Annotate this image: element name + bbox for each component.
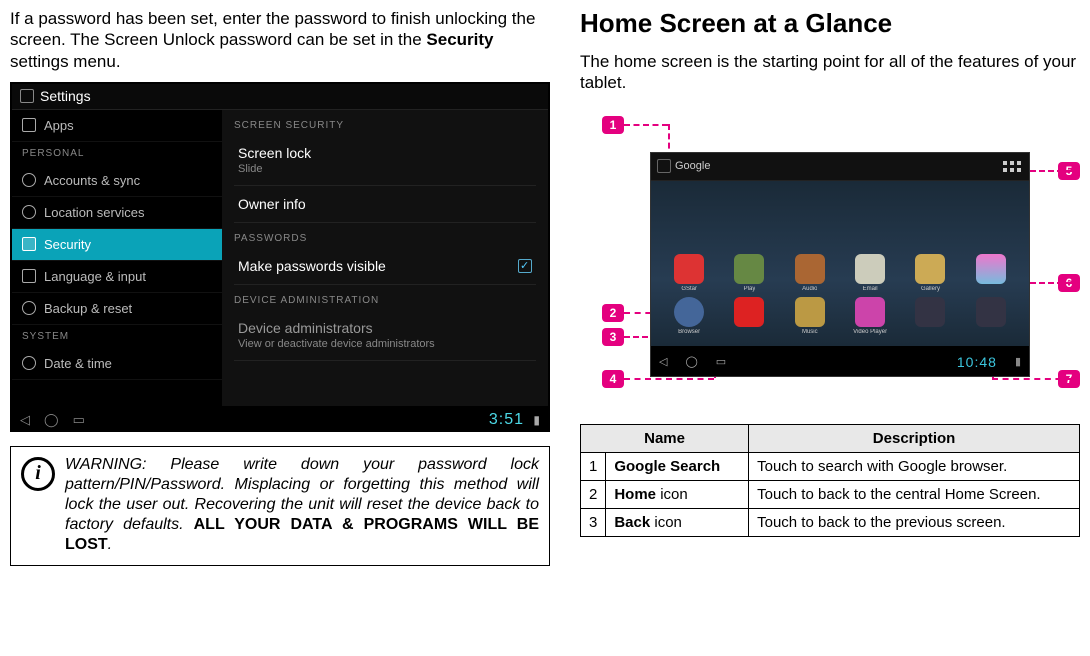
right-column: Home Screen at a Glance The home screen … xyxy=(580,8,1080,648)
nav-recent-icon[interactable]: ▭ xyxy=(73,412,85,428)
unlock-intro: If a password has been set, enter the pa… xyxy=(10,8,550,72)
callout-2: 2 xyxy=(602,304,624,322)
apps-grid-icon[interactable] xyxy=(1003,156,1023,176)
status-clock: 10:48 xyxy=(957,354,997,370)
callout-3: 3 xyxy=(602,328,624,346)
col-name: Name xyxy=(581,424,749,452)
leader xyxy=(624,124,668,126)
settings-title: Settings xyxy=(40,88,91,104)
app-row: GStar Play Audio Email Gallery xyxy=(659,254,1021,293)
section-intro: The home screen is the starting point fo… xyxy=(580,51,1080,94)
app-icon[interactable] xyxy=(911,297,949,336)
menu-accounts[interactable]: Accounts & sync xyxy=(12,165,222,197)
nav-back-icon[interactable]: ◁ xyxy=(659,355,667,368)
menu-location[interactable]: Location services xyxy=(12,197,222,229)
intro-bold: Security xyxy=(426,30,493,49)
app-icon[interactable] xyxy=(972,254,1010,293)
tablet-home-area[interactable]: GStar Play Audio Email Gallery Browser M… xyxy=(651,181,1029,346)
status-clock: 3:51 xyxy=(489,411,524,428)
row-desc: Touch to back to the previous screen. xyxy=(749,508,1080,536)
leader xyxy=(624,378,714,380)
row-name: Back icon xyxy=(606,508,749,536)
leader xyxy=(992,378,1072,380)
table-row: 3 Back icon Touch to back to the previou… xyxy=(581,508,1080,536)
cat-screen-security: SCREEN SECURITY xyxy=(234,110,536,135)
home-diagram: 1 2 3 4 5 6 7 Google xyxy=(580,114,1080,404)
google-icon[interactable] xyxy=(657,159,671,173)
left-column: If a password has been set, enter the pa… xyxy=(10,8,550,648)
settings-detail: SCREEN SECURITY Screen lockSlide Owner i… xyxy=(222,110,548,406)
nav-home-icon[interactable]: ◯ xyxy=(44,412,59,428)
app-icon[interactable]: GStar xyxy=(670,254,708,293)
settings-header: Settings xyxy=(12,84,548,110)
battery-icon: ▮ xyxy=(533,413,540,427)
item-owner-info[interactable]: Owner info xyxy=(234,186,536,223)
intro-after: settings menu. xyxy=(10,52,121,71)
nav-recent-icon[interactable]: ▭ xyxy=(716,355,726,368)
settings-screenshot: Settings Apps PERSONAL Accounts & sync L… xyxy=(10,82,550,432)
cat-passwords: PASSWORDS xyxy=(234,223,536,248)
app-icon[interactable]: Email xyxy=(851,254,889,293)
tablet-navbar: ◁ ◯ ▭ 10:48 ▮ xyxy=(651,346,1029,377)
section-title: Home Screen at a Glance xyxy=(580,8,1080,39)
location-icon xyxy=(22,205,36,219)
cat-system: SYSTEM xyxy=(12,325,222,348)
settings-body: Apps PERSONAL Accounts & sync Location s… xyxy=(12,110,548,406)
row-name: Google Search xyxy=(606,452,749,480)
settings-icon xyxy=(20,89,34,103)
menu-date[interactable]: Date & time xyxy=(12,348,222,380)
app-icon[interactable]: Video Player xyxy=(851,297,889,336)
callout-1: 1 xyxy=(602,116,624,134)
table-row: 1 Google Search Touch to search with Goo… xyxy=(581,452,1080,480)
table-header-row: Name Description xyxy=(581,424,1080,452)
row-num: 1 xyxy=(581,452,606,480)
menu-backup[interactable]: Backup & reset xyxy=(12,293,222,325)
lock-icon xyxy=(22,237,36,251)
row-num: 3 xyxy=(581,508,606,536)
leader xyxy=(1030,170,1072,172)
app-icon[interactable] xyxy=(972,297,1010,336)
google-label[interactable]: Google xyxy=(675,160,710,172)
menu-security[interactable]: Security xyxy=(12,229,222,261)
nav-home-icon[interactable]: ◯ xyxy=(685,355,697,368)
clock-icon xyxy=(22,356,36,370)
app-icon[interactable]: Gallery xyxy=(911,254,949,293)
menu-language[interactable]: Language & input xyxy=(12,261,222,293)
apps-icon xyxy=(22,118,36,132)
item-make-visible[interactable]: Make passwords visible xyxy=(234,248,536,285)
callout-4: 4 xyxy=(602,370,624,388)
nav-back-icon[interactable]: ◁ xyxy=(20,412,30,428)
app-icon[interactable]: Music xyxy=(791,297,829,336)
app-icon[interactable]: Browser xyxy=(670,297,708,336)
item-screen-lock[interactable]: Screen lockSlide xyxy=(234,135,536,186)
warning-text: WARNING: Please write down your password… xyxy=(65,455,539,555)
warning-box: i WARNING: Please write down your passwo… xyxy=(10,446,550,566)
leader xyxy=(1030,282,1072,284)
info-icon: i xyxy=(21,457,55,491)
settings-navbar: ◁ ◯ ▭ 3:51 ▮ xyxy=(12,406,548,432)
tablet-screenshot: Google GStar Play Audio Email Gallery Br… xyxy=(650,152,1030,377)
table-row: 2 Home icon Touch to back to the central… xyxy=(581,480,1080,508)
app-icon[interactable]: Audio xyxy=(791,254,829,293)
backup-icon xyxy=(22,301,36,315)
app-row: Browser Music Video Player xyxy=(659,297,1021,336)
app-icon[interactable]: Play xyxy=(730,254,768,293)
description-table: Name Description 1 Google Search Touch t… xyxy=(580,424,1080,537)
app-icon[interactable] xyxy=(730,297,768,336)
checkbox-icon[interactable] xyxy=(518,259,532,273)
row-desc: Touch to back to the central Home Screen… xyxy=(749,480,1080,508)
row-num: 2 xyxy=(581,480,606,508)
language-icon xyxy=(22,269,36,283)
battery-icon: ▮ xyxy=(1015,355,1021,368)
settings-menu: Apps PERSONAL Accounts & sync Location s… xyxy=(12,110,222,406)
row-desc: Touch to search with Google browser. xyxy=(749,452,1080,480)
cat-device-admin: DEVICE ADMINISTRATION xyxy=(234,285,536,310)
row-name: Home icon xyxy=(606,480,749,508)
col-desc: Description xyxy=(749,424,1080,452)
sync-icon xyxy=(22,173,36,187)
tablet-topbar: Google xyxy=(651,153,1029,181)
cat-personal: PERSONAL xyxy=(12,142,222,165)
item-device-admin[interactable]: Device administratorsView or deactivate … xyxy=(234,310,536,361)
menu-apps[interactable]: Apps xyxy=(12,110,222,142)
